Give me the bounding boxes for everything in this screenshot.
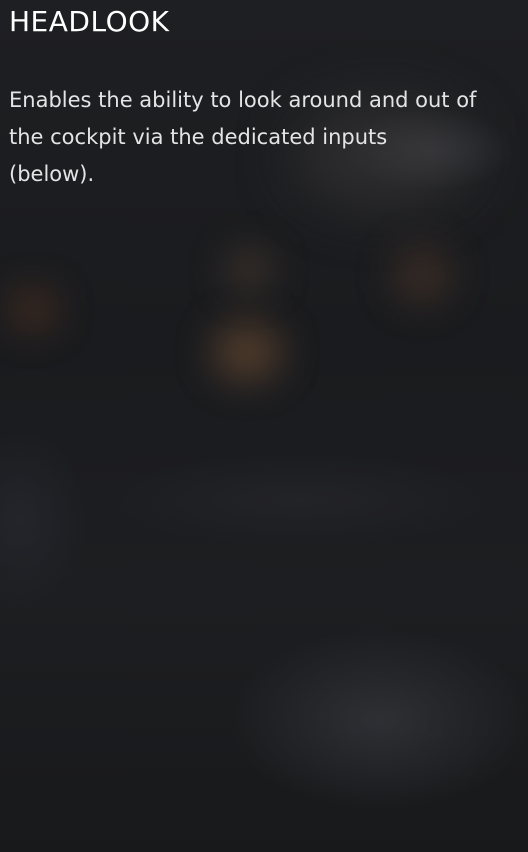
setting-description: Enables the ability to look around and o… <box>9 88 477 186</box>
background-light-blur <box>392 245 452 305</box>
blurred-cockpit-background: HEADLOOK Enables the ability to look aro… <box>0 0 528 852</box>
background-light-blur <box>8 288 58 332</box>
setting-title: HEADLOOK <box>9 5 170 38</box>
setting-info-panel: HEADLOOK Enables the ability to look aro… <box>9 0 509 193</box>
background-light-blur <box>225 248 273 292</box>
background-light-blur <box>212 322 282 382</box>
